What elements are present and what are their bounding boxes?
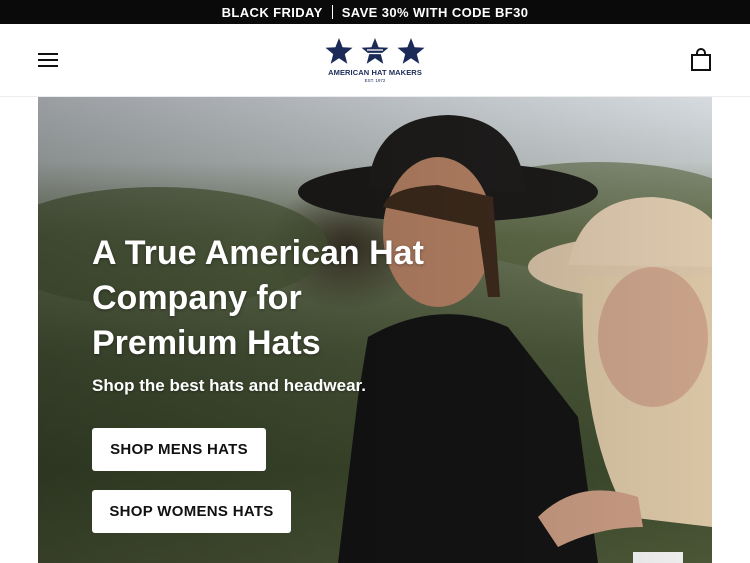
shop-womens-hats-button[interactable]: SHOP WOMENS HATS <box>92 490 291 533</box>
hero-subtitle: Shop the best hats and headwear. <box>92 376 366 395</box>
hero-title: A True American Hat Company for Premium … <box>92 231 472 366</box>
site-header: AMERICAN HAT MAKERS EST. 1972 <box>0 24 750 97</box>
hero-banner: A True American Hat Company for Premium … <box>38 97 712 563</box>
hero-title-line: Company for <box>92 279 302 317</box>
shop-mens-hats-button[interactable]: SHOP MENS HATS <box>92 428 266 471</box>
hero-title-line: A True American Hat <box>92 234 424 272</box>
three-stars-logo-icon <box>325 38 425 64</box>
announcement-divider <box>331 5 333 19</box>
site-logo[interactable]: AMERICAN HAT MAKERS EST. 1972 <box>318 36 432 86</box>
announcement-right: SAVE 30% WITH CODE BF30 <box>341 4 529 20</box>
logo-established: EST. 1972 <box>364 78 386 83</box>
logo-wordmark: AMERICAN HAT MAKERS <box>328 68 422 77</box>
shopping-bag-icon[interactable] <box>690 48 712 72</box>
hamburger-menu-icon[interactable] <box>38 52 60 69</box>
hero-title-line: Premium Hats <box>92 324 321 362</box>
announcement-left: BLACK FRIDAY <box>221 4 323 20</box>
announcement-bar: BLACK FRIDAY SAVE 30% WITH CODE BF30 <box>0 0 750 24</box>
